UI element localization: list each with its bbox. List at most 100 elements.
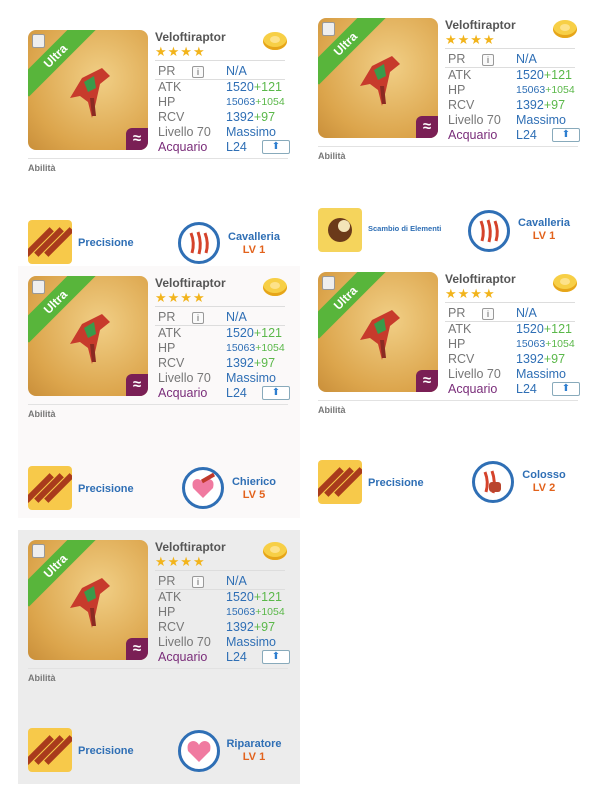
document-icon[interactable] (32, 34, 45, 48)
divider (28, 404, 288, 405)
ability-1-name: Scambio di Elementi (368, 224, 442, 233)
divider (28, 668, 288, 669)
creature-portrait[interactable]: Ultra ≈ (28, 540, 148, 660)
creature-portrait[interactable]: Ultra ≈ (318, 272, 438, 392)
hp-label: HP (158, 341, 176, 355)
cavalry-ability-icon[interactable] (178, 222, 220, 264)
info-icon[interactable]: i (192, 576, 204, 588)
water-element-icon: ≈ (416, 116, 438, 138)
atk-bonus: +121 (253, 80, 282, 94)
creature-portrait[interactable]: Ultra ≈ (28, 276, 148, 396)
divider (318, 146, 578, 147)
dinosaur-image (360, 310, 400, 360)
info-icon[interactable]: i (192, 312, 204, 324)
star-rating: ★★★★ (445, 286, 496, 301)
gold-coin-icon (553, 274, 577, 292)
ability-2-level: LV 1 (532, 230, 556, 242)
level-value: Massimo (516, 367, 567, 381)
info-icon[interactable]: i (482, 54, 494, 66)
hp-value: 15063+1054 (226, 95, 285, 110)
divider (28, 158, 288, 159)
pr-value: N/A (516, 52, 537, 66)
rcv-bonus: +97 (543, 98, 566, 112)
pr-label: PR (158, 310, 176, 324)
document-icon[interactable] (32, 280, 45, 294)
rcv-value: 1392+97 (516, 352, 565, 367)
star-rating: ★★★★ (155, 554, 206, 569)
rcv-label: RCV (158, 356, 185, 370)
rcv-value: 1392+97 (226, 356, 275, 371)
dino-card-2[interactable]: Ultra ≈ Veloftiraptor ★★★★ PR i N/A ATK … (308, 8, 590, 260)
ability-2-level: LV 1 (242, 244, 266, 256)
pr-label: PR (448, 306, 466, 320)
dino-card-4[interactable]: Ultra ≈ Veloftiraptor ★★★★ PR i N/A ATK … (308, 262, 590, 514)
rcv-bonus: +97 (253, 620, 276, 634)
cleric-ability-icon[interactable] (182, 467, 224, 509)
upgrade-arrow-button[interactable]: ⬆ (262, 386, 290, 400)
atk-base: 1520 (226, 80, 254, 94)
dinosaur-image (70, 578, 110, 628)
water-element-icon: ≈ (126, 374, 148, 396)
abilities-label: Abilità (318, 405, 346, 415)
rcv-bonus: +97 (253, 356, 276, 370)
precision-ability-icon[interactable] (318, 460, 362, 504)
upgrade-arrow-button[interactable]: ⬆ (262, 140, 290, 154)
rcv-label: RCV (158, 620, 185, 634)
divider (155, 570, 285, 571)
document-icon[interactable] (322, 22, 335, 36)
rcv-label: RCV (448, 352, 475, 366)
divider (155, 306, 285, 307)
upgrade-arrow-button[interactable]: ⬆ (552, 382, 580, 396)
element-swap-icon (328, 218, 352, 242)
dino-card-1[interactable]: Ultra ≈ Veloftiraptor ★★★★ PR i N/A ATK … (18, 20, 300, 272)
info-icon[interactable]: i (192, 66, 204, 78)
heart-icon (187, 741, 211, 762)
abilities-label: Abilità (28, 163, 56, 173)
atk-base: 1520 (516, 68, 544, 82)
element-swap-ability-icon[interactable] (318, 208, 362, 252)
atk-label: ATK (158, 326, 182, 340)
divider (155, 60, 285, 61)
dino-card-5[interactable]: Ultra ≈ Veloftiraptor ★★★★ PR i N/A ATK … (18, 530, 300, 784)
upgrade-arrow-button[interactable]: ⬆ (552, 128, 580, 142)
element-level: L24 (226, 386, 247, 400)
dinosaur-image (70, 68, 110, 118)
precision-ability-icon[interactable] (28, 220, 72, 264)
info-icon[interactable]: i (482, 308, 494, 320)
dinosaur-image (360, 56, 400, 106)
level-value: Massimo (226, 371, 277, 385)
dino-card-3[interactable]: Ultra ≈ Veloftiraptor ★★★★ PR i N/A ATK … (18, 266, 300, 518)
creature-portrait[interactable]: Ultra ≈ (318, 18, 438, 138)
ability-2-level: LV 2 (532, 482, 556, 494)
hp-value: 15063+1054 (226, 341, 285, 356)
hp-base: 15063 (226, 96, 256, 108)
pr-label: PR (158, 574, 176, 588)
gold-coin-icon (553, 20, 577, 38)
element-level: L24 (516, 128, 537, 142)
star-rating: ★★★★ (155, 44, 206, 59)
atk-value: 1520+121 (516, 322, 572, 337)
creature-portrait[interactable]: Ultra ≈ (28, 30, 148, 150)
upgrade-arrow-button[interactable]: ⬆ (262, 650, 290, 664)
pr-value: N/A (226, 574, 247, 588)
document-icon[interactable] (32, 544, 45, 558)
abilities-label: Abilità (28, 409, 56, 419)
precision-ability-icon[interactable] (28, 728, 72, 772)
element-name: Acquario (158, 386, 208, 400)
atk-bonus: +121 (253, 590, 282, 604)
element-level: L24 (516, 382, 537, 396)
gold-coin-icon (263, 542, 287, 560)
hp-bonus: +1054 (545, 338, 575, 350)
rcv-value: 1392+97 (226, 110, 275, 125)
atk-value: 1520+121 (226, 80, 282, 95)
precision-ability-icon[interactable] (28, 466, 72, 510)
rcv-value: 1392+97 (226, 620, 275, 635)
hp-label: HP (158, 605, 176, 619)
creature-name: Veloftiraptor (155, 276, 226, 290)
divider (445, 48, 575, 49)
rcv-base: 1392 (226, 356, 254, 370)
pr-label: PR (158, 64, 176, 78)
document-icon[interactable] (322, 276, 335, 290)
star-rating: ★★★★ (445, 32, 496, 47)
dinosaur-image (70, 314, 110, 364)
